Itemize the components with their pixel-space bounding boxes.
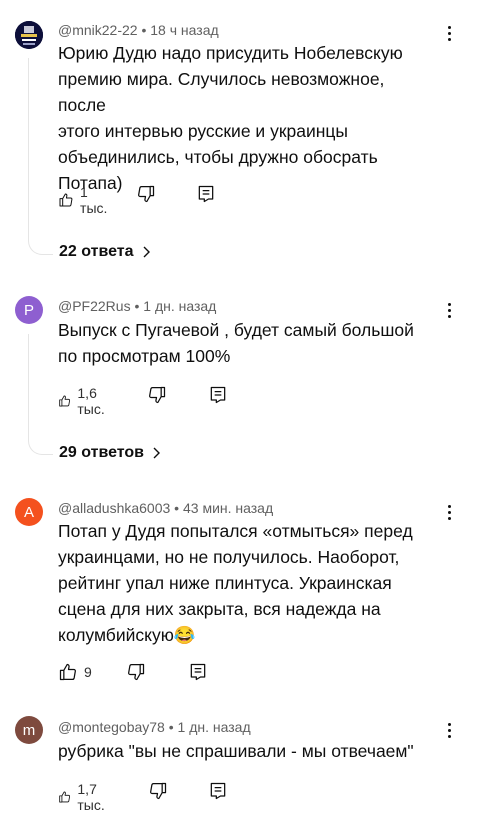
- comment-time: 1 дн. назад: [143, 298, 217, 314]
- more-vertical-icon[interactable]: [446, 26, 452, 42]
- reply-comment-icon: [210, 386, 226, 404]
- more-vertical-icon[interactable]: [446, 303, 452, 319]
- replies-count: 29 ответов: [59, 444, 144, 461]
- thumb-up-icon: [59, 791, 71, 803]
- like-count: 9: [84, 664, 92, 680]
- replies-toggle[interactable]: 29 ответов: [59, 444, 162, 462]
- meta-separator: •: [130, 298, 144, 314]
- avatar-image: [15, 21, 43, 49]
- thumb-up-icon: [59, 193, 73, 207]
- comment-text: рубрика "вы не спрашивали - мы отвечаем": [58, 741, 414, 761]
- meta-separator: •: [170, 500, 183, 516]
- reply-button[interactable]: [208, 781, 228, 801]
- replies-toggle[interactable]: 22 ответа: [59, 243, 152, 261]
- avatar-letter: m: [22, 721, 36, 739]
- like-button[interactable]: 9: [58, 662, 92, 682]
- comment-author[interactable]: @mnik22-22: [58, 22, 138, 38]
- chevron-right-icon: [143, 246, 150, 258]
- thread-line: [28, 334, 29, 438]
- thread-connector: [28, 236, 53, 255]
- chevron-right-icon: [153, 447, 160, 459]
- thread-line: [28, 58, 29, 238]
- thumb-up-icon: [59, 663, 76, 681]
- avatar-letter: A: [23, 503, 34, 521]
- like-count: 1 тыс.: [80, 184, 108, 216]
- reply-button[interactable]: [208, 385, 228, 405]
- thumb-up-icon: [59, 395, 71, 407]
- avatar-letter: P: [23, 301, 34, 319]
- comment-text: Выпуск с Пугачевой , будет самый большой…: [58, 320, 414, 366]
- comment-meta: @PF22Rus • 1 дн. назад: [58, 298, 216, 314]
- comment-time: 1 дн. назад: [177, 719, 251, 735]
- thumb-down-icon: [149, 386, 166, 404]
- dislike-button[interactable]: [148, 781, 168, 801]
- avatar[interactable]: m: [15, 716, 43, 744]
- meta-separator: •: [137, 22, 151, 38]
- avatar[interactable]: P: [15, 296, 43, 324]
- thumb-down-icon: [128, 663, 145, 681]
- comment-author[interactable]: @montegobay78: [58, 719, 165, 735]
- reply-button[interactable]: [188, 662, 208, 682]
- comment-text: Потап у Дудя попытался «отмыться» перед …: [58, 521, 413, 645]
- replies-count: 22 ответа: [59, 243, 134, 260]
- more-vertical-icon[interactable]: [446, 723, 452, 739]
- reply-comment-icon: [190, 663, 206, 681]
- reply-comment-icon: [210, 782, 226, 800]
- more-vertical-icon[interactable]: [446, 505, 452, 521]
- comment-meta: @montegobay78 • 1 дн. назад: [58, 719, 251, 735]
- comment-author[interactable]: @PF22Rus: [58, 298, 131, 314]
- comment-meta: @mnik22-22 • 18 ч назад: [58, 22, 219, 38]
- reply-comment-icon: [198, 185, 214, 203]
- dislike-button[interactable]: [126, 662, 146, 682]
- comment-text: Юрию Дудю надо присудить Нобелевскую пре…: [58, 43, 403, 193]
- comment-time: 18 ч назад: [150, 22, 219, 38]
- meta-separator: •: [164, 719, 178, 735]
- avatar[interactable]: A: [15, 498, 43, 526]
- thumb-down-icon: [150, 782, 167, 800]
- dislike-button[interactable]: [147, 385, 167, 405]
- thumb-down-icon: [138, 185, 155, 203]
- reply-button[interactable]: [196, 184, 216, 204]
- thread-connector: [28, 436, 53, 455]
- like-count: 1,6 тыс.: [77, 385, 105, 417]
- like-button[interactable]: 1,6 тыс.: [58, 385, 111, 417]
- comment-time: 43 мин. назад: [182, 500, 274, 516]
- like-button[interactable]: 1 тыс.: [58, 184, 111, 216]
- dislike-button[interactable]: [136, 184, 156, 204]
- comment-author[interactable]: @alladushka6003: [58, 500, 170, 516]
- like-button[interactable]: 1,7 тыс.: [58, 781, 111, 813]
- like-count: 1,7 тыс.: [77, 781, 105, 813]
- avatar[interactable]: [15, 21, 43, 49]
- comment-meta: @alladushka6003 • 43 мин. назад: [58, 500, 273, 516]
